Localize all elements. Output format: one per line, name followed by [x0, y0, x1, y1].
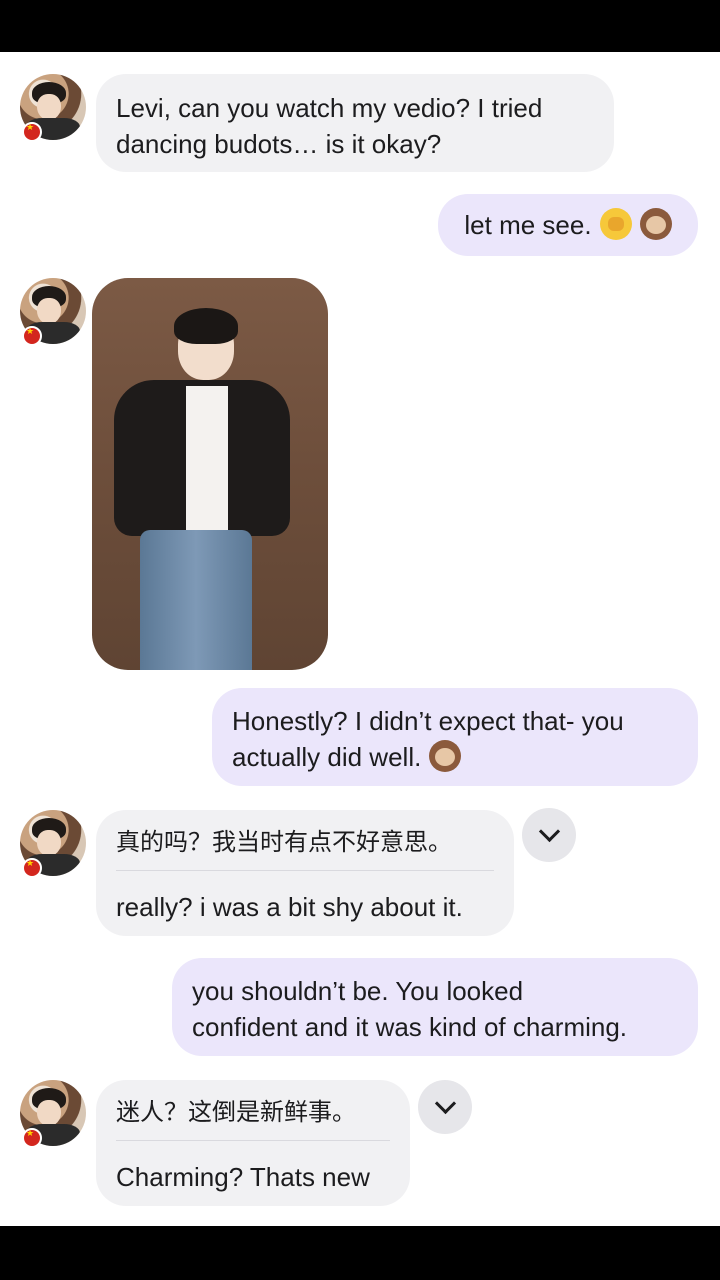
expand-chevron-down-icon[interactable]: [418, 1080, 472, 1134]
expand-chevron-down-icon[interactable]: [522, 808, 576, 862]
china-flag-icon: [22, 326, 42, 346]
incoming-translated-message-bubble[interactable]: 真的吗？我当时有点不好意思。 really? i was a bit shy a…: [96, 810, 514, 936]
see-no-evil-monkey-icon: [639, 208, 672, 240]
message-text-line-2: actually did well.: [232, 742, 422, 772]
incoming-message-bubble[interactable]: Levi, can you watch my vedio? I tried da…: [96, 74, 614, 172]
status-bar: [0, 0, 720, 52]
message-original-text: 真的吗？我当时有点不好意思。: [116, 828, 452, 856]
message-text-line-1: you shouldn’t be. You looked: [192, 976, 524, 1006]
outgoing-message-bubble[interactable]: let me see.: [438, 194, 698, 256]
message-text: Levi, can you watch my vedio? I tried da…: [116, 93, 543, 159]
shared-photo[interactable]: [92, 278, 328, 670]
navigation-bar: [0, 1226, 720, 1280]
translation-divider: [116, 1140, 390, 1141]
face-with-hand-over-mouth-icon: [599, 208, 632, 240]
message-translation-text: really? i was a bit shy about it.: [116, 892, 463, 922]
translation-divider: [116, 870, 494, 871]
china-flag-icon: [22, 858, 42, 878]
china-flag-icon: [22, 1128, 42, 1148]
message-translation-text: Charming? Thats new: [116, 1162, 370, 1192]
message-original-text: 迷人？这倒是新鲜事。: [116, 1098, 356, 1126]
message-text-line-1: Honestly? I didn’t expect that- you: [232, 706, 624, 736]
outgoing-message-bubble[interactable]: you shouldn’t be. You looked confident a…: [172, 958, 698, 1056]
china-flag-icon: [22, 122, 42, 142]
message-text-line-2: confident and it was kind of charming.: [192, 1012, 628, 1042]
message-text: let me see.: [464, 210, 592, 240]
outgoing-message-bubble[interactable]: Honestly? I didn’t expect that- you actu…: [212, 688, 698, 786]
incoming-translated-message-bubble[interactable]: 迷人？这倒是新鲜事。 Charming? Thats new: [96, 1080, 410, 1206]
see-no-evil-monkey-icon: [429, 740, 462, 772]
